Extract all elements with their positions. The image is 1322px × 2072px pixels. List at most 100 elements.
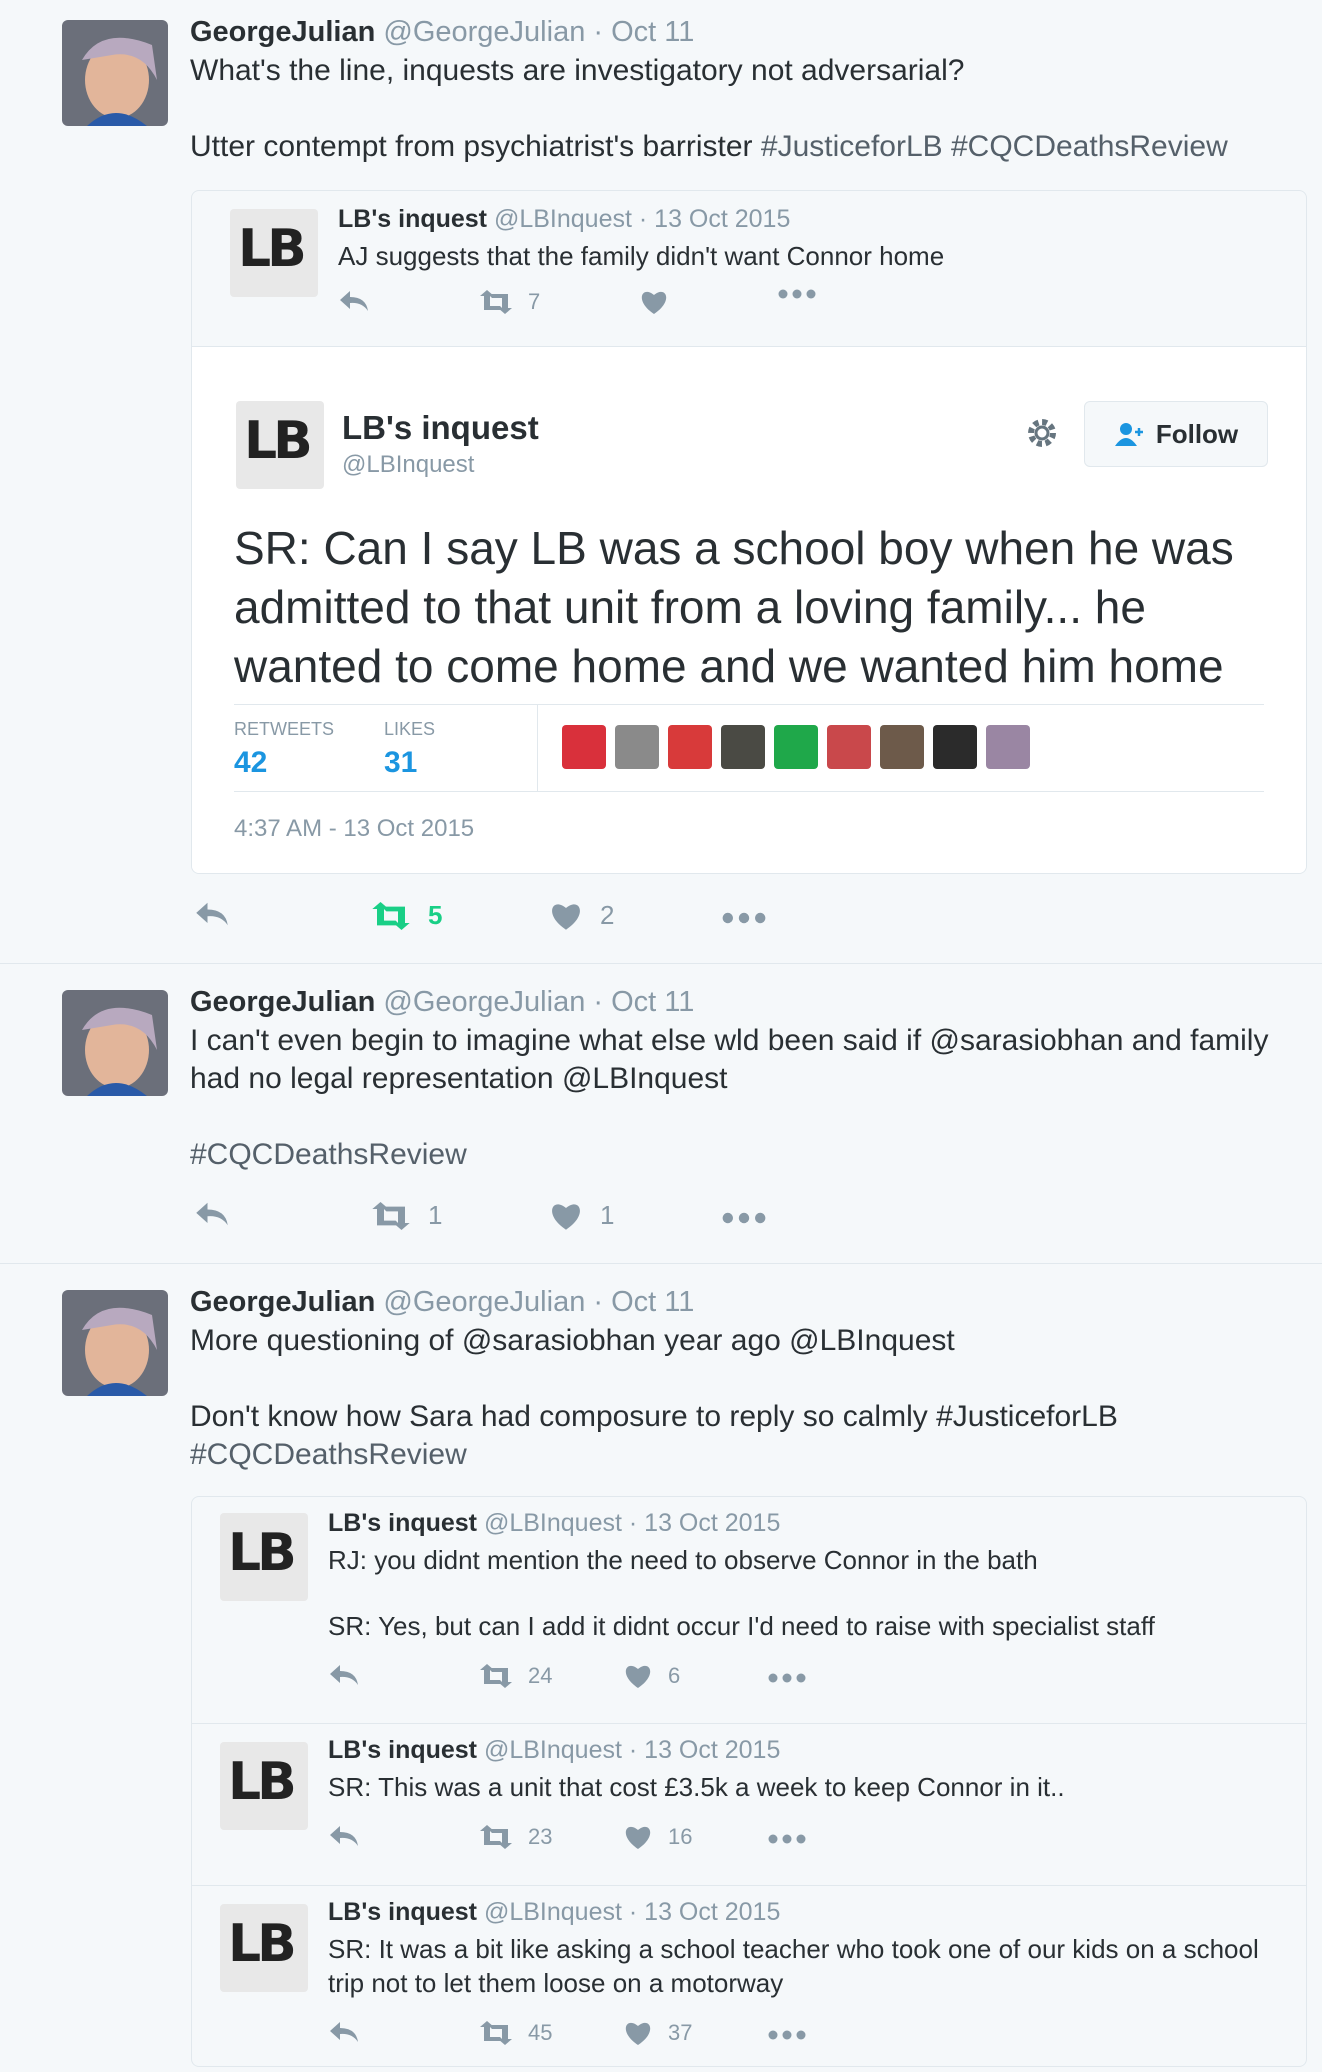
reply-button[interactable] [328, 1824, 360, 1848]
quote-user-name[interactable]: LB's inquest [328, 1736, 477, 1764]
avatar[interactable] [933, 725, 977, 769]
more-icon [722, 1212, 766, 1224]
more-button[interactable] [778, 289, 816, 299]
reply-button[interactable] [194, 1200, 230, 1228]
more-button[interactable] [768, 1834, 806, 1844]
like-button[interactable] [640, 289, 668, 315]
quote-user-name[interactable]: LB's inquest [338, 205, 487, 233]
avatar[interactable] [986, 725, 1030, 769]
retweet-icon [372, 901, 410, 930]
retweet-button[interactable]: 45 [478, 2020, 552, 2046]
tweet-card[interactable]: LB LB's inquest @LBInquest Follow SR: Ca… [192, 346, 1306, 873]
avatar[interactable] [827, 725, 871, 769]
more-button[interactable] [768, 1673, 806, 1683]
quote-actions: 24 6 [328, 1663, 1028, 1703]
hashtags[interactable]: #CQCDeathsReview [190, 1136, 1300, 1174]
like-button[interactable]: 1 [550, 1200, 614, 1231]
card-handle[interactable]: @LBInquest [342, 451, 474, 479]
more-icon [722, 912, 766, 924]
avatar[interactable] [668, 725, 712, 769]
tweet-date[interactable]: · Oct 11 [593, 1286, 694, 1318]
quote-actions: 23 16 [328, 1824, 1028, 1864]
likes-value: 31 [384, 746, 418, 779]
like-button[interactable]: 16 [624, 1824, 692, 1850]
gear-icon[interactable] [1024, 415, 1060, 451]
quote-header: LB's inquest @LBInquest · 13 Oct 2015 [328, 1736, 780, 1765]
hashtags[interactable]: #JusticeforLB #CQCDeathsReview [761, 130, 1228, 163]
quote-text: SR: Yes, but can I add it didnt occur I'… [328, 1611, 1155, 1641]
more-button[interactable] [768, 2030, 806, 2040]
like-count: 2 [600, 900, 615, 930]
quote-text: RJ: you didnt mention the need to observ… [328, 1545, 1038, 1575]
retweet-button[interactable]: 23 [478, 1824, 552, 1850]
quote-handle[interactable]: @LBInquest [494, 205, 632, 233]
card-user-name[interactable]: LB's inquest [342, 409, 539, 447]
follow-button[interactable]: Follow [1084, 401, 1268, 467]
quote-handle[interactable]: @LBInquest [484, 1509, 622, 1537]
tweet-text: More questioning of @sarasiobhan year ag… [190, 1322, 1300, 1474]
quote-date[interactable]: · 13 Oct 2015 [629, 1736, 780, 1764]
quote-date[interactable]: · 13 Oct 2015 [629, 1509, 780, 1537]
tweet-text-line: Don't know how Sara had composure to rep… [190, 1400, 1118, 1433]
tweet-date[interactable]: · Oct 11 [593, 986, 694, 1018]
avatar[interactable] [62, 1290, 168, 1396]
reply-button[interactable] [328, 1663, 360, 1687]
retweets-value: 42 [234, 746, 268, 779]
tweet-text-line: Utter contempt from psychiatrist's barri… [190, 130, 761, 163]
quote-handle[interactable]: @LBInquest [484, 1736, 622, 1764]
more-button[interactable] [722, 912, 766, 924]
like-button[interactable]: 6 [624, 1663, 680, 1689]
embedded-tweet[interactable]: LB LB's inquest @LBInquest · 13 Oct 2015… [191, 190, 1307, 874]
avatar[interactable] [774, 725, 818, 769]
more-button[interactable] [722, 1212, 766, 1224]
retweet-button[interactable]: 24 [478, 1663, 552, 1689]
quote-header: LB's inquest @LBInquest · 13 Oct 2015 [328, 1509, 780, 1538]
embedded-tweet[interactable]: LB LB's inquest @LBInquest · 13 Oct 2015… [192, 1724, 1306, 1884]
quote-date[interactable]: · 13 Oct 2015 [629, 1898, 780, 1926]
like-button[interactable]: 2 [550, 900, 614, 931]
card-timestamp[interactable]: 4:37 AM - 13 Oct 2015 [234, 815, 474, 843]
tweet-text-line: I can't even begin to imagine what else … [190, 1024, 1269, 1057]
embedded-tweet[interactable]: LB LB's inquest @LBInquest · 13 Oct 2015… [192, 1497, 1306, 1723]
embedded-tweet[interactable]: LB LB's inquest @LBInquest · 13 Oct 2015… [192, 1886, 1306, 2066]
quote-text: SR: This was a unit that cost £3.5k a we… [328, 1772, 1065, 1802]
retweet-button[interactable]: 1 [370, 1200, 442, 1231]
retweet-count: 23 [528, 1824, 553, 1849]
quote-user-name[interactable]: LB's inquest [328, 1898, 477, 1926]
tweet-text-line: More questioning of @sarasiobhan year ag… [190, 1324, 955, 1357]
tweet-date[interactable]: · Oct 11 [593, 16, 694, 48]
avatar[interactable] [721, 725, 765, 769]
user-name[interactable]: GeorgeJulian [190, 1286, 375, 1318]
user-handle[interactable]: @GeorgeJulian [383, 16, 585, 48]
heart-icon [625, 1665, 651, 1688]
user-handle[interactable]: @GeorgeJulian [383, 986, 585, 1018]
retweet-count: 5 [428, 900, 443, 930]
more-icon [768, 2030, 806, 2040]
quote-user-name[interactable]: LB's inquest [328, 1509, 477, 1537]
avatar[interactable] [562, 725, 606, 769]
avatar[interactable] [880, 725, 924, 769]
reply-button[interactable] [338, 289, 370, 313]
quote-date[interactable]: · 13 Oct 2015 [639, 205, 790, 233]
retweet-button[interactable]: 5 [370, 900, 442, 931]
user-name[interactable]: GeorgeJulian [190, 16, 375, 48]
heart-icon [625, 1826, 651, 1849]
retweets-stat[interactable]: RETWEETS 42 [234, 719, 334, 780]
quote-handle[interactable]: @LBInquest [484, 1898, 622, 1926]
avatar[interactable] [615, 725, 659, 769]
hashtags[interactable]: #CQCDeathsReview [190, 1436, 1300, 1474]
user-name[interactable]: GeorgeJulian [190, 986, 375, 1018]
reply-button[interactable] [194, 900, 230, 928]
tweet: GeorgeJulian @GeorgeJulian · Oct 11 What… [0, 0, 1322, 964]
user-handle[interactable]: @GeorgeJulian [383, 1286, 585, 1318]
retweet-count: 1 [428, 1200, 443, 1230]
reply-button[interactable] [328, 2020, 360, 2044]
avatar[interactable] [62, 990, 168, 1096]
like-count: 1 [600, 1200, 615, 1230]
likes-stat[interactable]: LIKES 31 [384, 719, 435, 780]
quote-header: LB's inquest @LBInquest · 13 Oct 2015 [328, 1898, 780, 1927]
retweet-button[interactable]: 7 [478, 289, 540, 315]
avatar[interactable] [62, 20, 168, 126]
tweet-text-line: What's the line, inquests are investigat… [190, 54, 965, 87]
like-button[interactable]: 37 [624, 2020, 692, 2046]
